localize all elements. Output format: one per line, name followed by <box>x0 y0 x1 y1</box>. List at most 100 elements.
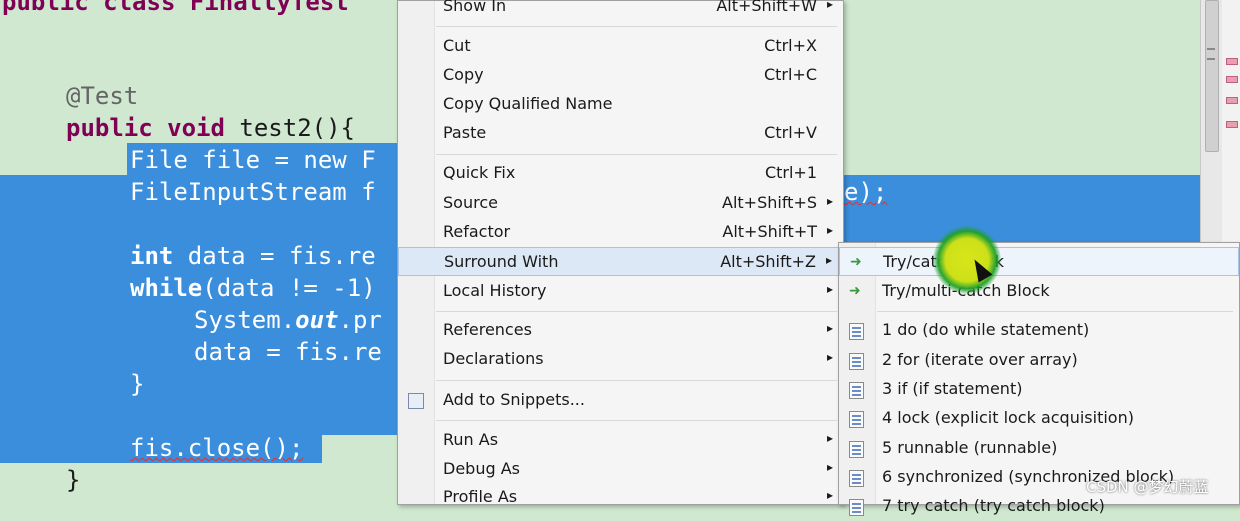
green-arrow-icon: ➜ <box>850 254 862 270</box>
menu-item-source[interactable]: Source Alt+Shift+S ▸ <box>398 189 843 218</box>
submenu-item-label: 3 if (if statement) <box>882 379 1023 398</box>
close-call: fis.close(); <box>130 434 304 462</box>
submenu-item-do[interactable]: 1 do (do while statement) <box>839 316 1239 345</box>
menu-separator <box>436 26 837 27</box>
menu-item-profile-as[interactable]: Profile As ▸ <box>398 483 843 512</box>
template-icon <box>849 323 864 340</box>
submenu-arrow-icon: ▸ <box>826 223 833 237</box>
menu-item-show-in[interactable]: Show In Alt+Shift+W ▸ <box>398 0 843 21</box>
code-line-data2: data = fis.re <box>194 336 382 368</box>
submenu-item-label: 7 try catch (try catch block) <box>882 496 1105 515</box>
menu-separator <box>436 380 837 381</box>
menu-item-copy[interactable]: Copy Ctrl+C <box>398 61 843 90</box>
submenu-item-runnable[interactable]: 5 runnable (runnable) <box>839 434 1239 463</box>
submenu-item-for[interactable]: 2 for (iterate over array) <box>839 346 1239 375</box>
annotation-text: @Test <box>66 82 139 110</box>
data-assignment: data = fis.re <box>173 242 376 270</box>
scroll-grip-icon <box>1207 48 1215 60</box>
menu-item-label: Source <box>443 193 498 212</box>
code-line-fis: FileInputStream f <box>130 176 376 208</box>
menu-item-label: Run As <box>443 430 499 449</box>
submenu-item-if[interactable]: 3 if (if statement) <box>839 375 1239 404</box>
while-condition: (data != -1) <box>202 274 376 302</box>
menu-item-label: Surround With <box>444 252 559 271</box>
menu-item-paste[interactable]: Paste Ctrl+V <box>398 119 843 148</box>
submenu-arrow-icon: ▸ <box>826 0 833 11</box>
submenu-separator <box>877 311 1233 312</box>
print-call: .pr <box>338 306 382 334</box>
class-declaration: public class FinallyTest <box>2 0 349 16</box>
menu-item-copy-qualified-name[interactable]: Copy Qualified Name <box>398 90 843 119</box>
menu-item-label: Show In <box>443 0 507 15</box>
ruler-marker[interactable] <box>1226 76 1238 83</box>
menu-item-quick-fix[interactable]: Quick Fix Ctrl+1 <box>398 159 843 188</box>
submenu-arrow-icon: ▸ <box>826 282 833 296</box>
menu-item-references[interactable]: References ▸ <box>398 316 843 345</box>
template-icon <box>849 382 864 399</box>
submenu-item-label: 4 lock (explicit lock acquisition) <box>882 408 1134 427</box>
submenu-item-lock[interactable]: 4 lock (explicit lock acquisition) <box>839 404 1239 433</box>
while-keyword: while <box>130 274 203 302</box>
menu-item-shortcut: Ctrl+1 <box>764 163 817 182</box>
menu-item-label: Local History <box>443 281 547 300</box>
fis-statement-tail: e); <box>844 178 888 206</box>
menu-item-cut[interactable]: Cut Ctrl+X <box>398 32 843 61</box>
code-line-sysout: System.out.pr <box>194 304 382 336</box>
code-line-int: int data = fis.re <box>130 240 376 272</box>
ruler-marker[interactable] <box>1226 97 1238 104</box>
menu-separator <box>436 154 837 155</box>
ruler-marker[interactable] <box>1226 121 1238 128</box>
menu-separator <box>436 311 837 312</box>
menu-item-shortcut: Ctrl+C <box>763 65 817 84</box>
context-menu: Show In Alt+Shift+W ▸ Cut Ctrl+X Copy Ct… <box>397 0 844 506</box>
menu-separator <box>436 420 837 421</box>
green-arrow-icon: ➜ <box>849 283 861 299</box>
menu-item-surround-with[interactable]: Surround With Alt+Shift+Z ▸ <box>398 247 843 276</box>
template-icon <box>849 441 864 458</box>
scrollbar-thumb[interactable] <box>1205 0 1219 152</box>
submenu-arrow-icon: ▸ <box>826 194 833 208</box>
code-line-brace2: } <box>66 464 80 496</box>
ruler-marker[interactable] <box>1226 58 1238 65</box>
watermark: CSDN @梦幻蔚蓝 <box>1086 478 1209 496</box>
menu-item-run-as[interactable]: Run As ▸ <box>398 426 843 455</box>
code-line-close: fis.close(); <box>130 432 303 464</box>
out-field: out <box>295 306 339 334</box>
submenu-arrow-icon: ▸ <box>826 460 833 474</box>
menu-item-label: References <box>443 320 532 339</box>
menu-item-label: Declarations <box>443 349 544 368</box>
template-icon <box>849 470 864 487</box>
submenu-arrow-icon: ▸ <box>826 488 833 502</box>
code-line-fis-tail: e); <box>844 176 887 208</box>
menu-item-add-to-snippets[interactable]: Add to Snippets... <box>398 386 843 415</box>
menu-item-shortcut: Alt+Shift+T <box>722 222 817 241</box>
cursor-highlight <box>933 226 1001 294</box>
code-line-method: public void test2(){ <box>66 112 355 144</box>
code-line-annotation: @Test <box>66 80 138 112</box>
menu-item-declarations[interactable]: Declarations ▸ <box>398 345 843 374</box>
menu-item-label: Refactor <box>443 222 511 241</box>
code-line-while: while(data != -1) <box>130 272 376 304</box>
menu-item-debug-as[interactable]: Debug As ▸ <box>398 455 843 484</box>
menu-item-shortcut: Alt+Shift+W <box>716 0 817 15</box>
menu-item-label: Paste <box>443 123 487 142</box>
submenu-item-label: 2 for (iterate over array) <box>882 350 1078 369</box>
menu-item-shortcut: Ctrl+X <box>764 36 817 55</box>
menu-item-shortcut: Ctrl+V <box>764 123 817 142</box>
file-statement: File file = new F <box>130 146 376 174</box>
menu-item-local-history[interactable]: Local History ▸ <box>398 277 843 306</box>
snippet-icon <box>408 393 424 409</box>
submenu-arrow-icon: ▸ <box>826 321 833 335</box>
menu-item-shortcut: Alt+Shift+Z <box>720 252 816 271</box>
menu-item-label: Profile As <box>443 487 518 506</box>
menu-item-label: Debug As <box>443 459 520 478</box>
template-icon <box>849 411 864 428</box>
submenu-item-label: 1 do (do while statement) <box>882 320 1090 339</box>
menu-item-label: Copy Qualified Name <box>443 94 613 113</box>
submenu-arrow-icon: ▸ <box>826 350 833 364</box>
method-closing-brace: } <box>66 466 81 494</box>
submenu-item-try-multi-catch[interactable]: ➜ Try/multi-catch Block <box>839 277 1239 306</box>
menu-item-refactor[interactable]: Refactor Alt+Shift+T ▸ <box>398 218 843 247</box>
menu-item-label: Add to Snippets... <box>443 390 585 409</box>
submenu-item-try-catch[interactable]: ➜ Try/catch Block <box>839 247 1239 276</box>
